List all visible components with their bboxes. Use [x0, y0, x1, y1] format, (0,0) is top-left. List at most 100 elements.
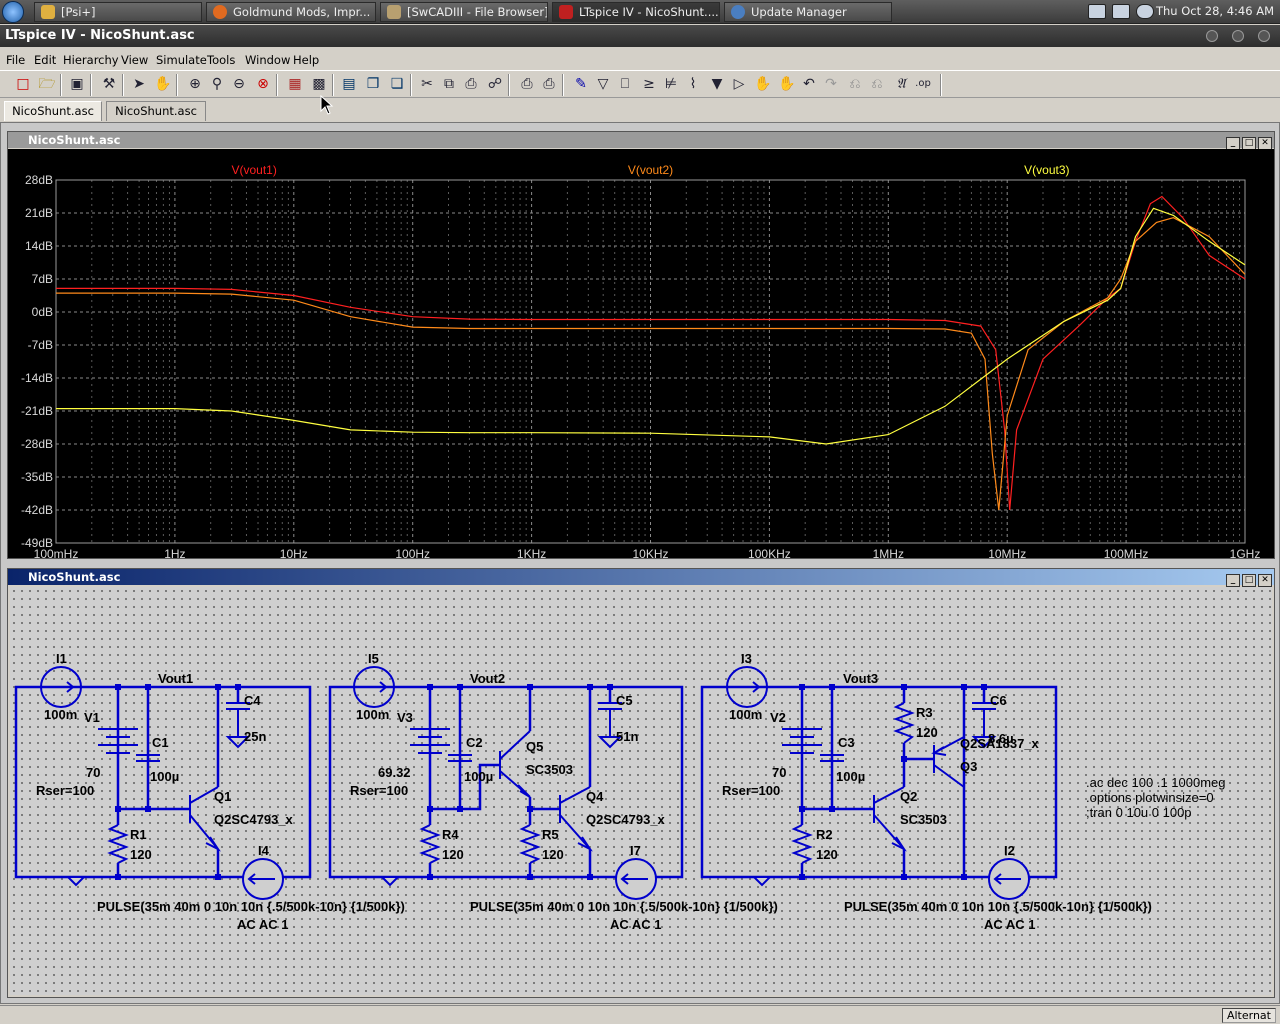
- zoom-out-icon[interactable]: ⊖: [230, 75, 248, 93]
- label-r4[interactable]: R4: [442, 827, 459, 842]
- tile-horizontal-icon[interactable]: ▤: [340, 75, 358, 93]
- label-q5[interactable]: Q5: [526, 739, 543, 754]
- label-c6[interactable]: C6: [990, 693, 1007, 708]
- grid-icon[interactable]: ▩: [310, 75, 328, 93]
- value-v2[interactable]: 70: [772, 765, 786, 780]
- label-r3[interactable]: R3: [916, 705, 933, 720]
- rser-v1[interactable]: Rser=100: [36, 783, 94, 798]
- move-icon[interactable]: ✋: [754, 75, 772, 93]
- schematic-canvas[interactable]: Vout1 Vout2 Vout3 I1 100m I5 100m I3 100…: [10, 587, 1272, 995]
- pulse-spec-1[interactable]: PULSE(35m 40m 0 10n 10n {.5/500k-10n} {1…: [97, 899, 405, 914]
- plot-pane[interactable]: 100mHz 1Hz 10Hz 100Hz 1KHz 10KHz 100KHz 1MHz 10M…: [8, 149, 1274, 561]
- menu-help[interactable]: Help: [293, 53, 319, 67]
- task-ltspice[interactable]: LTspice IV - NicoShunt....: [552, 2, 720, 22]
- value-c2[interactable]: 100µ: [464, 769, 493, 784]
- value-c1[interactable]: 100µ: [150, 769, 179, 784]
- schematic-drawing[interactable]: Vout1 Vout2 Vout3 I1 100m I5 100m I3 100…: [10, 587, 1272, 995]
- rotate-icon[interactable]: ⎌: [846, 75, 864, 93]
- schematic-window[interactable]: NicoShunt.asc _ □ ✕ Vout1 Vout2 Vout3 I1…: [7, 568, 1275, 998]
- label-v2[interactable]: V2: [770, 710, 786, 725]
- mail-icon[interactable]: [1088, 4, 1106, 19]
- value-r2[interactable]: 120: [816, 847, 838, 862]
- component-icon[interactable]: ▷: [730, 75, 748, 93]
- menu-edit[interactable]: Edit: [34, 53, 56, 67]
- value-r1[interactable]: 120: [130, 847, 152, 862]
- rser-v2[interactable]: Rser=100: [722, 783, 780, 798]
- print-icon[interactable]: ⎙: [540, 75, 558, 93]
- tab-nicoshunt-1[interactable]: NicoShunt.asc: [4, 101, 102, 121]
- inductor-icon[interactable]: ⌇: [684, 75, 702, 93]
- copy-icon[interactable]: ⧉: [440, 75, 458, 93]
- menu-simulate[interactable]: Simulate: [156, 53, 207, 67]
- find-icon[interactable]: ☍: [486, 75, 504, 93]
- undo-icon[interactable]: ↶: [800, 75, 818, 93]
- spice-directive-icon[interactable]: .op: [914, 75, 932, 93]
- save-icon[interactable]: ▣: [68, 75, 86, 93]
- label-r2[interactable]: R2: [816, 827, 833, 842]
- label-i1[interactable]: I1: [56, 651, 67, 666]
- label-v3[interactable]: V3: [397, 710, 413, 725]
- close-all-icon[interactable]: ❏: [388, 75, 406, 93]
- value-c5[interactable]: 51n: [616, 729, 638, 744]
- model-q3[interactable]: Q2SA1837_x: [960, 736, 1040, 751]
- menu-window[interactable]: Window: [245, 53, 290, 67]
- model-q2[interactable]: SC3503: [900, 812, 947, 827]
- waveform-plot[interactable]: 100mHz 1Hz 10Hz 100Hz 1KHz 10KHz 100KHz 1MHz 10M…: [8, 149, 1274, 561]
- capacitor-icon[interactable]: ⊭: [662, 75, 680, 93]
- redo-icon[interactable]: ↷: [822, 75, 840, 93]
- label-i4[interactable]: I4: [258, 843, 270, 858]
- waveform-titlebar[interactable]: NicoShunt.asc _ □ ✕: [8, 132, 1274, 150]
- value-c4[interactable]: 25n: [244, 729, 266, 744]
- label-q4[interactable]: Q4: [586, 789, 604, 804]
- minimize-button[interactable]: [1206, 30, 1218, 42]
- task-file-browser[interactable]: [SwCADIII - File Browser]: [380, 2, 548, 22]
- label-r5[interactable]: R5: [542, 827, 559, 842]
- label-i2[interactable]: I2: [1004, 843, 1015, 858]
- schematic-titlebar[interactable]: NicoShunt.asc _ □ ✕: [8, 569, 1274, 587]
- pulse-spec-2[interactable]: PULSE(35m 40m 0 10n 10n {.5/500k-10n} {1…: [470, 899, 778, 914]
- spice-directive-options[interactable]: .options plotwinsize=0: [1086, 790, 1214, 805]
- tab-nicoshunt-2[interactable]: NicoShunt.asc: [106, 101, 206, 121]
- menu-file[interactable]: File: [6, 53, 25, 67]
- value-r5[interactable]: 120: [542, 847, 564, 862]
- value-r4[interactable]: 120: [442, 847, 464, 862]
- ac-spec-2[interactable]: AC AC 1: [610, 917, 662, 932]
- maximize-button[interactable]: □: [1242, 574, 1256, 587]
- clock-icon[interactable]: [1136, 4, 1154, 19]
- rser-v3[interactable]: Rser=100: [350, 783, 408, 798]
- label-i7[interactable]: I7: [630, 843, 641, 858]
- run-icon[interactable]: ➤: [130, 75, 148, 93]
- value-c3[interactable]: 100µ: [836, 769, 865, 784]
- value-i3[interactable]: 100m: [729, 707, 762, 722]
- task-psi[interactable]: [Psi+]: [34, 2, 202, 22]
- netlabel-vout1[interactable]: Vout1: [158, 671, 193, 686]
- draw-wire-icon[interactable]: ✎: [572, 75, 590, 93]
- model-q4[interactable]: Q2SC4793_x: [586, 812, 666, 827]
- zoom-in-icon[interactable]: ⊕: [186, 75, 204, 93]
- menu-tools[interactable]: Tools: [207, 53, 235, 67]
- ground-icon[interactable]: ▽: [594, 75, 612, 93]
- autorange-icon[interactable]: ▦: [286, 75, 304, 93]
- netlabel-vout2[interactable]: Vout2: [470, 671, 505, 686]
- maximize-button[interactable]: [1232, 30, 1244, 42]
- label-c1[interactable]: C1: [152, 735, 169, 750]
- window-titlebar[interactable]: LTspice IV - NicoShunt.asc: [0, 25, 1280, 47]
- value-i1[interactable]: 100m: [44, 707, 77, 722]
- cascade-icon[interactable]: ❐: [364, 75, 382, 93]
- clock[interactable]: Thu Oct 28, 4:46 AM: [1156, 4, 1274, 18]
- spice-directive-ac[interactable]: .ac dec 100 .1 1000meg: [1086, 775, 1226, 790]
- label-i5[interactable]: I5: [368, 651, 379, 666]
- system-menu-icon[interactable]: [2, 1, 24, 23]
- minimize-button[interactable]: _: [1226, 574, 1240, 587]
- new-schematic-icon[interactable]: □: [14, 75, 32, 93]
- model-q5[interactable]: SC3503: [526, 762, 573, 777]
- close-button[interactable]: ✕: [1258, 574, 1272, 587]
- label-c4[interactable]: C4: [244, 693, 261, 708]
- waveform-window[interactable]: NicoShunt.asc _ □ ✕ 100mHz 1Hz 10Hz 100Hz 1KHz…: [7, 131, 1275, 561]
- menu-view[interactable]: View: [121, 53, 148, 67]
- spice-directive-tran[interactable]: ;tran 0 10u 0 100p: [1086, 805, 1192, 820]
- label-i3[interactable]: I3: [741, 651, 752, 666]
- value-i5[interactable]: 100m: [356, 707, 389, 722]
- control-panel-icon[interactable]: ⚒: [100, 75, 118, 93]
- close-button[interactable]: [1258, 30, 1270, 42]
